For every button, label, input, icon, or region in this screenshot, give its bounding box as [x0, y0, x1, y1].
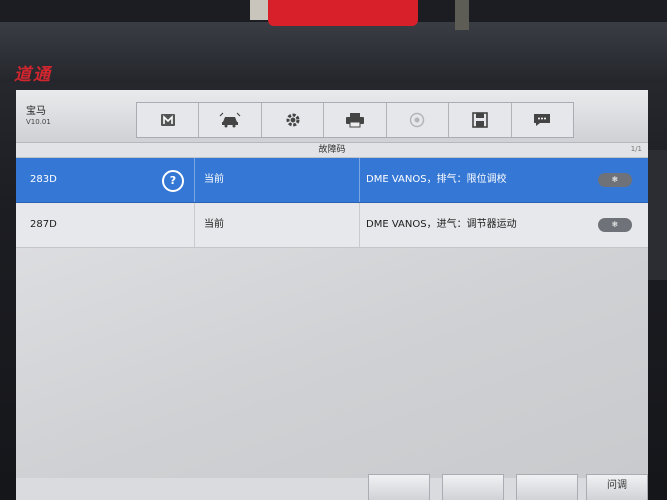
vehicle-swap-icon: [219, 112, 241, 128]
toolbar-buttons: [136, 102, 574, 138]
dtc-code: 287D: [30, 219, 57, 230]
toolbar: 宝马 V10.01: [16, 90, 648, 143]
obd-connector: [268, 0, 418, 26]
dtc-row[interactable]: 283D ? 当前 DME VANOS，排气：限位调校 ❄: [16, 158, 648, 203]
save-button[interactable]: [449, 103, 512, 137]
action-button-2[interactable]: [442, 474, 504, 500]
dtc-status: 当前: [204, 219, 224, 230]
message-icon: [534, 114, 551, 126]
vehicle-name: 宝马: [26, 106, 46, 117]
device-side: [648, 150, 667, 280]
column-divider: [194, 203, 195, 247]
dtc-status: 当前: [204, 174, 224, 185]
help-icon: [410, 112, 425, 128]
save-icon: [472, 112, 488, 128]
dtc-description: DME VANOS，排气：限位调校: [366, 174, 507, 185]
bottom-action-bar: 问调: [16, 474, 648, 500]
screen: 宝马 V10.01 故障码 1/1 283D ? 当前 DME VANOS，排气…: [16, 90, 648, 500]
action-button-4[interactable]: 问调: [586, 474, 648, 500]
software-version: V10.01: [26, 118, 51, 126]
freeze-frame-button[interactable]: ❄: [598, 173, 632, 187]
help-button[interactable]: [387, 103, 450, 137]
page-indicator: 1/1: [630, 145, 642, 153]
action-button-1[interactable]: [368, 474, 430, 500]
message-button[interactable]: [512, 103, 573, 137]
settings-button[interactable]: [262, 103, 325, 137]
dtc-description: DME VANOS，进气：调节器运动: [366, 219, 517, 230]
home-button[interactable]: [137, 103, 200, 137]
freeze-frame-button[interactable]: ❄: [598, 218, 632, 232]
vehicle-swap-button[interactable]: [199, 103, 262, 137]
dtc-code: 283D: [30, 174, 57, 185]
column-divider: [194, 158, 195, 202]
print-button[interactable]: [324, 103, 387, 137]
bezel-top: [0, 22, 667, 82]
action-button-3[interactable]: [516, 474, 578, 500]
column-divider: [359, 158, 360, 202]
dtc-row[interactable]: 287D 当前 DME VANOS，进气：调节器运动 ❄: [16, 203, 648, 248]
home-icon: [160, 114, 175, 126]
brand-logo: 道通: [14, 65, 52, 85]
section-header: 故障码 1/1: [16, 143, 648, 158]
help-icon[interactable]: ?: [162, 170, 184, 192]
dtc-list: 283D ? 当前 DME VANOS，排气：限位调校 ❄ 287D 当前 DM…: [16, 158, 648, 248]
print-icon: [345, 113, 364, 128]
section-title: 故障码: [318, 145, 346, 155]
list-empty-area: [16, 248, 648, 478]
column-divider: [359, 203, 360, 247]
settings-icon: [286, 113, 300, 127]
cable: [455, 0, 469, 30]
